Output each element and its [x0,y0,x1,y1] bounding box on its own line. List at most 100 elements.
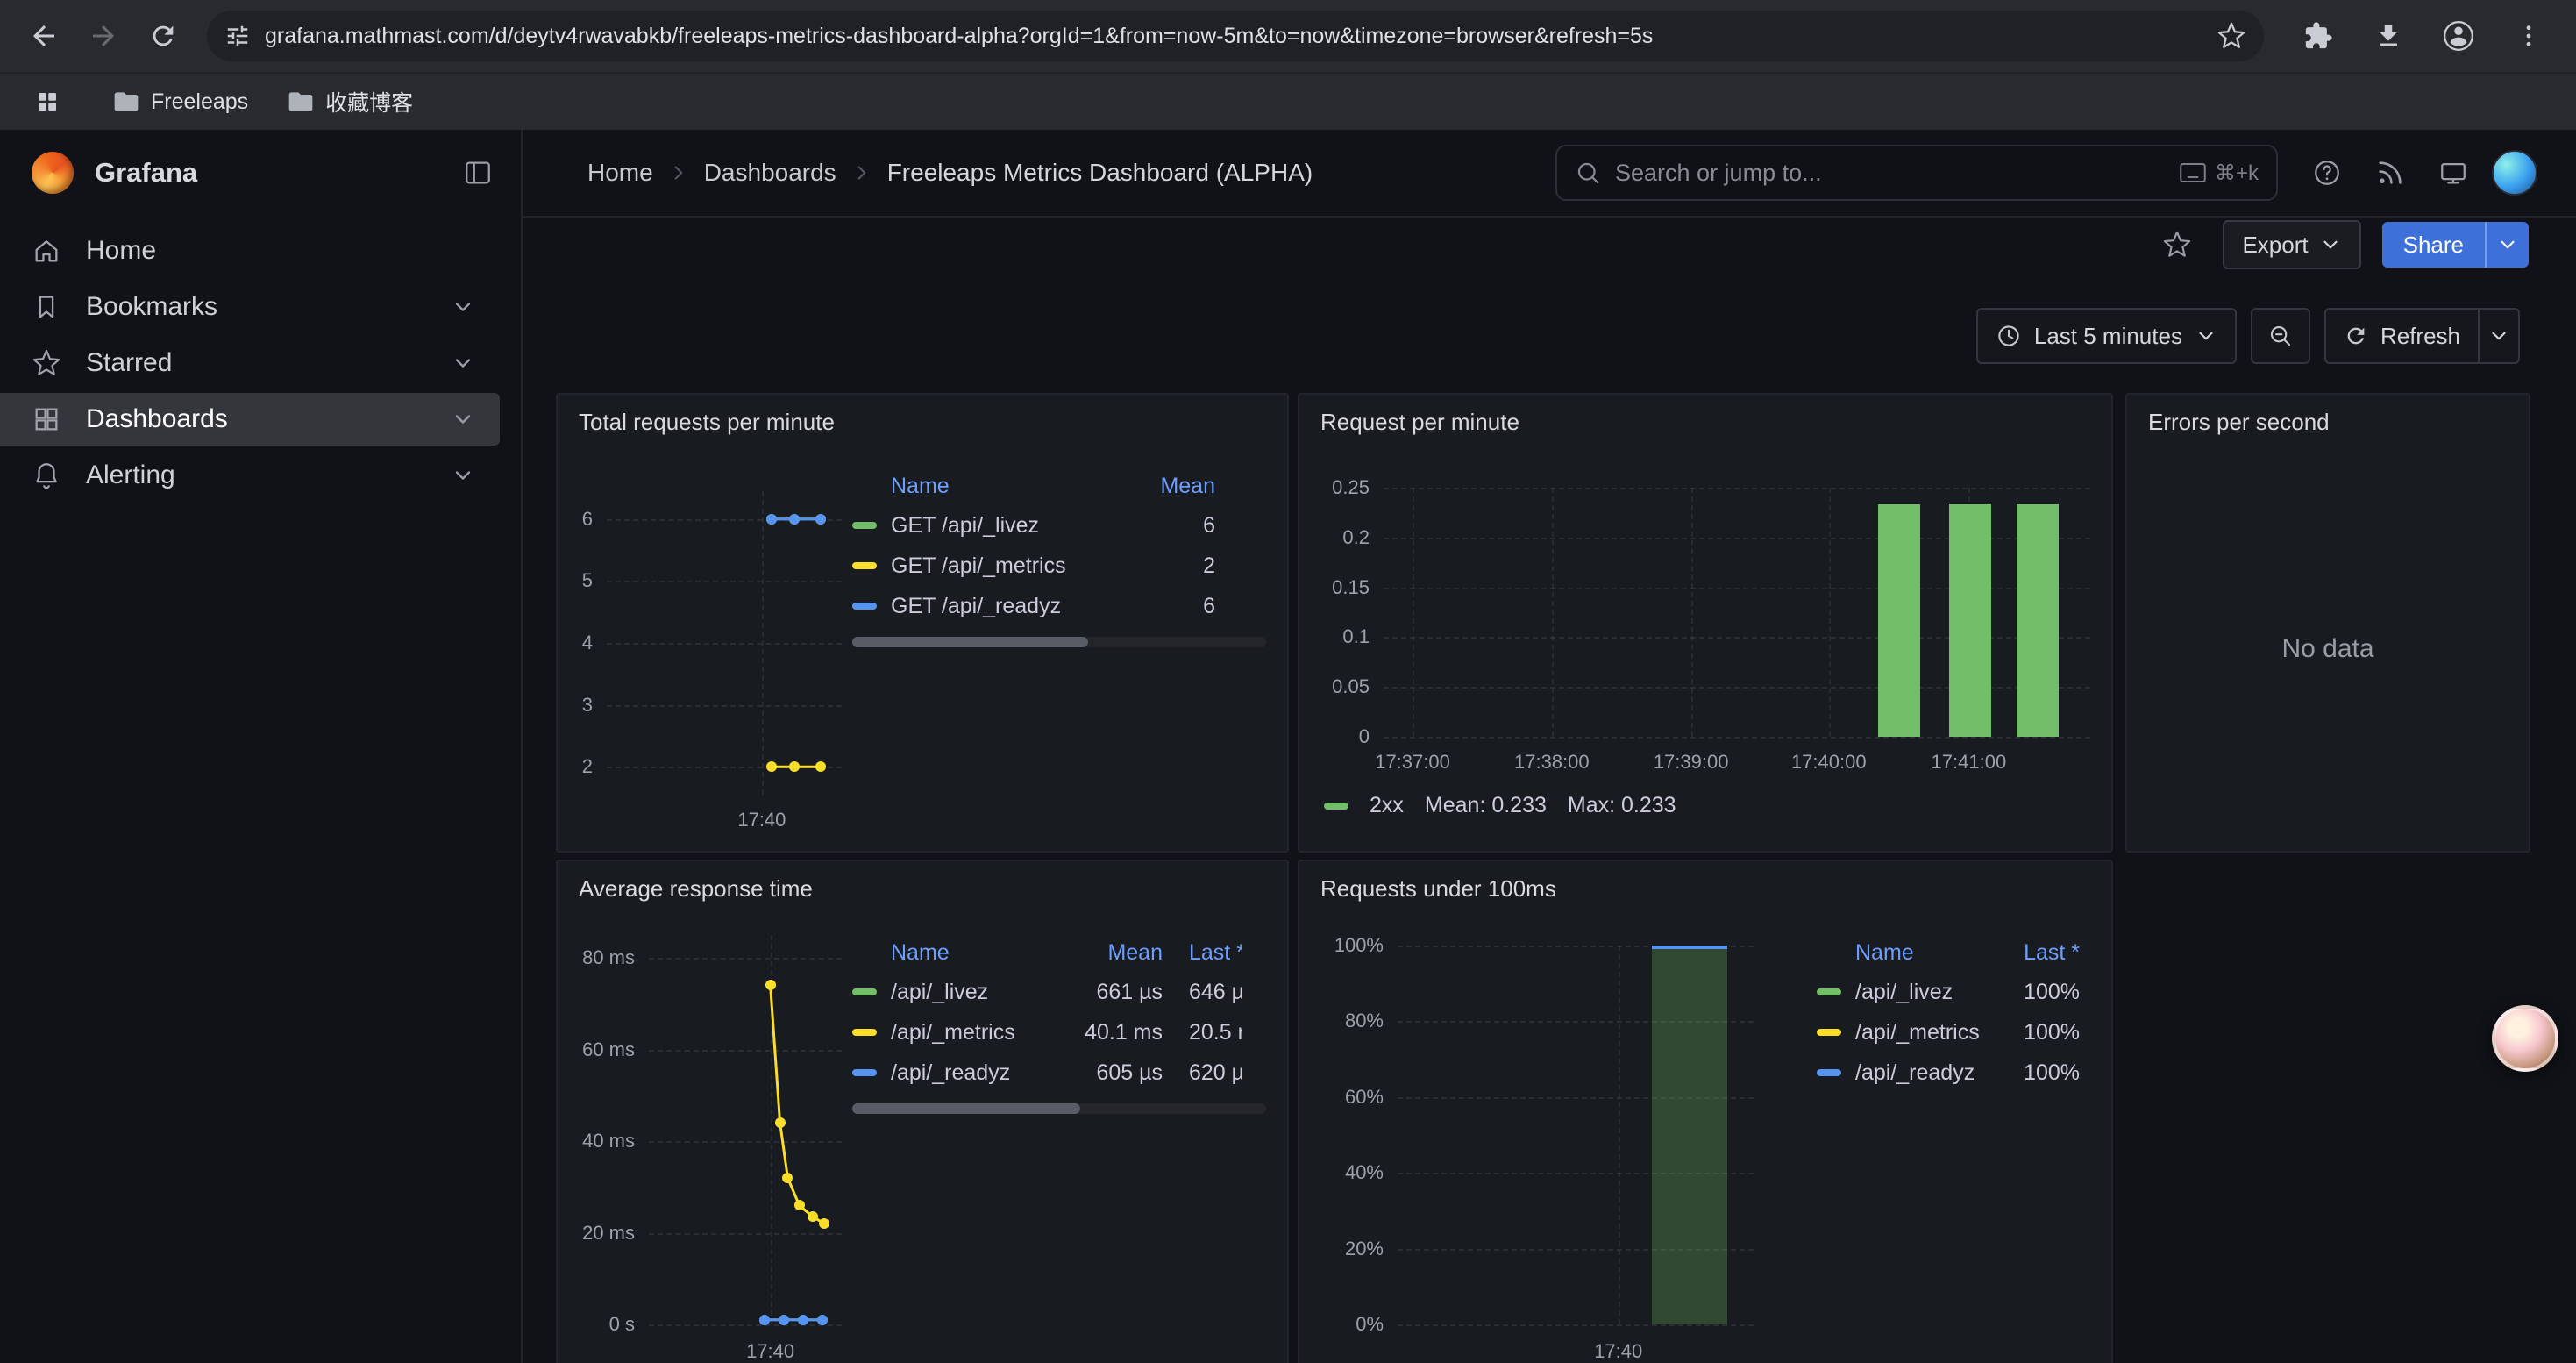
bookmark-star-icon[interactable] [2217,21,2246,51]
legend-row[interactable]: /api/_readyz 605 µs 620 µs [852,1053,1242,1093]
browser-back-button[interactable] [18,10,70,62]
zoom-out-button[interactable] [2251,308,2310,364]
browser-reload-button[interactable] [137,10,189,62]
chevron-down-icon[interactable] [451,407,475,432]
extensions-button[interactable] [2292,10,2345,62]
puzzle-icon [2303,21,2333,51]
refresh-interval-caret[interactable] [2478,310,2518,362]
data-point [779,1315,789,1325]
main-content: Home Dashboards Freeleaps Metrics Dashbo… [523,130,2576,1363]
folder-icon [287,88,315,116]
grafana-logo[interactable] [32,152,74,194]
panel-title[interactable]: Errors per second [2148,409,2330,436]
data-point [798,1315,808,1325]
panel-title[interactable]: Requests under 100ms [1320,875,1556,903]
arrow-left-icon [28,20,60,52]
sidebar-item-bookmarks[interactable]: Bookmarks [0,281,500,333]
legend-row[interactable]: /api/_readyz 100% [1817,1053,2080,1093]
legend-scrollbar[interactable] [852,1103,1266,1114]
dock-sidebar-button[interactable] [463,158,493,188]
legend-row[interactable]: GET /api/_metrics 2 [852,546,1215,586]
browser-actions [2288,10,2558,62]
sidebar-nav: Home Bookmarks Starred Dashboards [0,225,521,502]
breadcrumb: Home Dashboards Freeleaps Metrics Dashbo… [587,159,1555,187]
time-controls: Last 5 minutes Refresh [523,307,2576,365]
profile-button[interactable] [2432,10,2485,62]
series-swatch [1817,988,1841,995]
bookmark-label: 收藏博客 [325,86,413,118]
bookmark-folder-freeleaps[interactable]: Freeleaps [112,88,248,116]
sidebar-item-alerting[interactable]: Alerting [0,449,500,502]
chevron-down-icon[interactable] [451,295,475,319]
bookmark-icon [32,292,61,322]
breadcrumb-dashboards[interactable]: Dashboards [704,159,836,187]
help-button[interactable] [2302,148,2352,197]
bell-icon [32,460,61,490]
breadcrumb-current: Freeleaps Metrics Dashboard (ALPHA) [887,159,1313,187]
chevron-right-icon [667,161,690,184]
keyboard-icon [2180,162,2206,183]
share-button[interactable]: Share [2382,222,2529,268]
legend-header-name[interactable]: Name [891,474,1131,499]
legend-header-last[interactable]: Last * [1992,940,2080,966]
apps-grid-button[interactable] [25,79,70,125]
legend-row[interactable]: /api/_livez 661 µs 646 µs [852,972,1242,1012]
x-axis: 17:40 [1398,1337,1754,1361]
data-point [815,761,826,772]
series-swatch [852,988,877,995]
breadcrumb-home[interactable]: Home [587,159,653,187]
legend-header-name[interactable]: Name [891,940,1052,966]
y-axis: 0.250.20.150.10.050 [1306,488,1373,737]
legend-header-mean[interactable]: Mean [1131,474,1215,499]
news-button[interactable] [2366,148,2415,197]
scrollbar-thumb[interactable] [852,1103,1080,1114]
panel-title[interactable]: Total requests per minute [579,409,835,436]
browser-menu-button[interactable] [2502,10,2555,62]
sidebar-item-dashboards[interactable]: Dashboards [0,393,500,446]
x-axis: 17:40 [649,1337,842,1361]
legend-row[interactable]: GET /api/_readyz 6 [852,586,1215,626]
series-swatch [852,603,877,610]
bookmark-folder-blogs[interactable]: 收藏博客 [287,86,413,118]
panel-errors-per-second: Errors per second No data [2125,393,2530,853]
y-tick-label: 60% [1345,1086,1384,1109]
panel-title[interactable]: Request per minute [1320,409,1519,436]
legend-row[interactable]: /api/_metrics 100% [1817,1012,2080,1053]
legend-header: Name Mean Last * [852,933,1242,972]
export-button[interactable]: Export [2223,220,2360,269]
sidebar-item-starred[interactable]: Starred [0,337,500,389]
star-dashboard-button[interactable] [2153,220,2202,269]
chart-plot [1398,946,1754,1324]
legend-scrollbar[interactable] [852,637,1266,647]
legend-row[interactable]: GET /api/_livez 6 [852,505,1215,546]
chevron-down-icon[interactable] [451,463,475,488]
downloads-button[interactable] [2362,10,2415,62]
y-tick-label: 3 [582,694,593,717]
legend-header-last[interactable]: Last * [1189,940,1242,966]
legend-header-mean[interactable]: Mean [1052,940,1163,966]
legend-row[interactable]: /api/_livez 100% [1817,972,2080,1012]
assistant-avatar[interactable] [2492,1005,2558,1072]
user-avatar[interactable] [2492,150,2537,196]
sidebar-item-home[interactable]: Home [0,225,500,277]
gridline [1552,488,1554,737]
reload-icon [148,21,178,51]
legend-series-name[interactable]: 2xx [1370,793,1404,818]
kiosk-mode-button[interactable] [2429,148,2478,197]
chevron-down-icon[interactable] [451,351,475,375]
header-icons [2302,148,2537,197]
refresh-button[interactable]: Refresh [2324,308,2520,364]
share-menu-caret[interactable] [2485,222,2529,268]
address-bar[interactable]: grafana.mathmast.com/d/deytv4rwavabkb/fr… [207,11,2264,61]
panel-title[interactable]: Average response time [579,875,813,903]
data-point [789,761,800,772]
legend-header-name[interactable]: Name [1855,940,1992,966]
brand-name: Grafana [95,157,463,189]
search-input[interactable]: Search or jump to... ⌘+k [1555,145,2278,201]
x-tick-label: 17:40 [1594,1340,1642,1363]
time-range-picker[interactable]: Last 5 minutes [1976,308,2237,364]
legend-row[interactable]: /api/_metrics 40.1 ms 20.5 ms [852,1012,1242,1053]
y-axis: 80 ms60 ms40 ms20 ms0 s [565,935,638,1324]
browser-forward-button[interactable] [77,10,130,62]
scrollbar-thumb[interactable] [852,637,1088,647]
